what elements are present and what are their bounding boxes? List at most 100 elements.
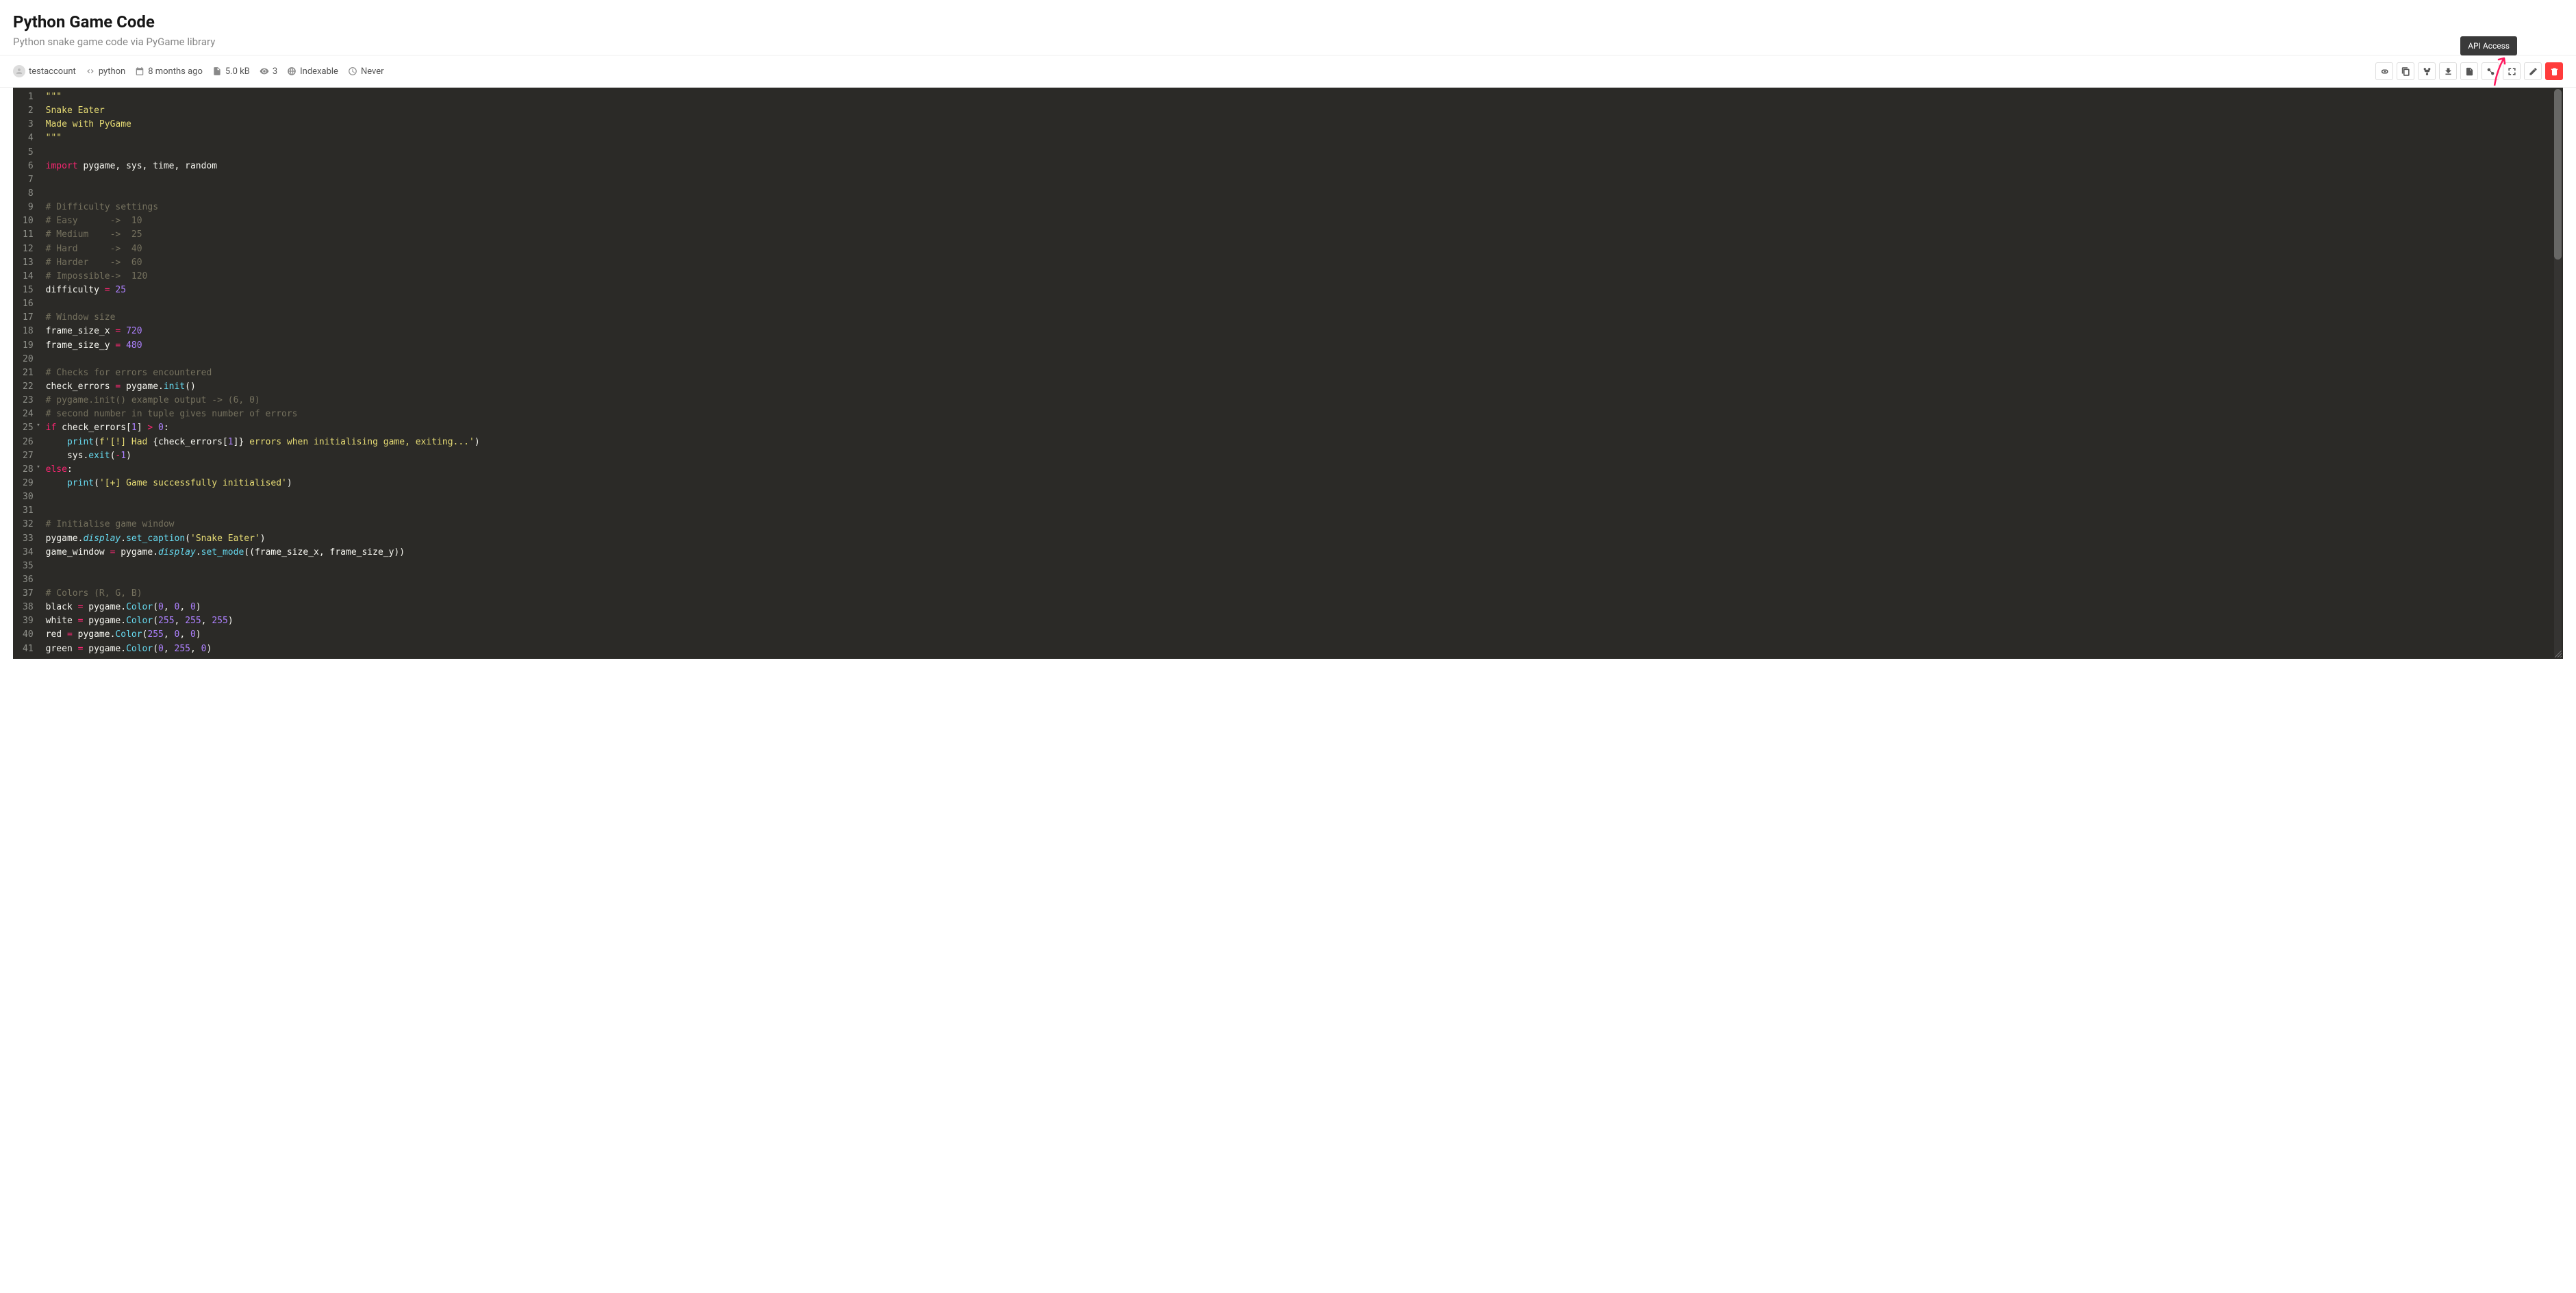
fullscreen-button[interactable] <box>2503 62 2521 80</box>
code-line <box>46 560 2556 573</box>
code-line <box>46 504 2556 518</box>
code-line: # pygame.init() example output -> (6, 0) <box>46 394 2556 407</box>
meta-info: testaccount python 8 months ago 5.0 kB 3… <box>13 65 384 77</box>
raw-button[interactable] <box>2460 62 2478 80</box>
code-line: white = pygame.Color(255, 255, 255) <box>46 614 2556 628</box>
meta-user[interactable]: testaccount <box>13 65 76 77</box>
code-line: """ <box>46 90 2556 104</box>
page-subtitle: Python snake game code via PyGame librar… <box>13 36 2563 48</box>
code-line: else: <box>46 463 2556 477</box>
code-line <box>46 146 2556 160</box>
download-button[interactable] <box>2439 62 2457 80</box>
tooltip-api-access: API Access <box>2460 36 2517 55</box>
code-line: # second number in tuple gives number of… <box>46 407 2556 421</box>
scrollbar[interactable] <box>2554 89 2562 657</box>
toolbar <box>2375 62 2563 80</box>
line-number: 32 <box>23 518 34 531</box>
line-number: 6 <box>23 160 34 173</box>
line-number: 39 <box>23 614 34 628</box>
code-icon <box>86 66 95 76</box>
code-line: green = pygame.Color(0, 255, 0) <box>46 642 2556 656</box>
line-number: 36 <box>23 573 34 587</box>
code-line <box>46 297 2556 311</box>
line-number: 35 <box>23 560 34 573</box>
resize-handle[interactable] <box>2553 649 2563 659</box>
code-line: """ <box>46 131 2556 145</box>
meta-age: 8 months ago <box>135 66 203 77</box>
line-number: 12 <box>23 242 34 256</box>
user-name: testaccount <box>29 66 76 77</box>
code-line <box>46 173 2556 187</box>
line-number: 31 <box>23 504 34 518</box>
line-number: 28 <box>23 463 34 477</box>
scrollbar-thumb[interactable] <box>2554 89 2562 260</box>
line-number: 40 <box>23 628 34 642</box>
line-number: 37 <box>23 587 34 601</box>
code-line: print(f'[!] Had {check_errors[1]} errors… <box>46 436 2556 449</box>
code-line: # Easy -> 10 <box>46 214 2556 228</box>
line-number: 8 <box>23 187 34 201</box>
line-number: 29 <box>23 477 34 490</box>
code-line: # Window size <box>46 311 2556 325</box>
meta-language: python <box>86 66 125 77</box>
code-line: print('[+] Game successfully initialised… <box>46 477 2556 490</box>
api-access-button[interactable] <box>2482 62 2499 80</box>
clock-icon <box>348 66 357 76</box>
line-number: 27 <box>23 449 34 463</box>
line-number: 5 <box>23 146 34 160</box>
line-number: 34 <box>23 546 34 560</box>
code-line: frame_size_y = 480 <box>46 339 2556 353</box>
line-number: 33 <box>23 532 34 546</box>
copy-link-button[interactable] <box>2375 62 2393 80</box>
line-number: 41 <box>23 642 34 656</box>
line-number: 19 <box>23 339 34 353</box>
code-line: check_errors = pygame.init() <box>46 380 2556 394</box>
line-number: 23 <box>23 394 34 407</box>
code-line <box>46 490 2556 504</box>
code-line: if check_errors[1] > 0: <box>46 421 2556 435</box>
line-number: 15 <box>23 284 34 297</box>
line-number: 4 <box>23 131 34 145</box>
line-number: 22 <box>23 380 34 394</box>
line-gutter: 1234567891011121314151617181920212223242… <box>13 88 39 659</box>
line-number: 26 <box>23 436 34 449</box>
line-number: 24 <box>23 407 34 421</box>
line-number: 38 <box>23 601 34 614</box>
globe-icon <box>287 66 296 76</box>
meta-index: Indexable <box>287 66 338 77</box>
code-line: # Impossible-> 120 <box>46 270 2556 284</box>
delete-button[interactable] <box>2545 62 2563 80</box>
line-number: 13 <box>23 256 34 270</box>
code-line: # Harder -> 60 <box>46 256 2556 270</box>
meta-expiry: Never <box>348 66 384 77</box>
code-content[interactable]: """Snake EaterMade with PyGame""" import… <box>39 88 2563 659</box>
line-number: 10 <box>23 214 34 228</box>
file-icon <box>212 66 222 76</box>
line-number: 1 <box>23 90 34 104</box>
calendar-icon <box>135 66 144 76</box>
fork-button[interactable] <box>2418 62 2436 80</box>
code-line: Snake Eater <box>46 104 2556 118</box>
line-number: 7 <box>23 173 34 187</box>
line-number: 3 <box>23 118 34 131</box>
code-line: # Initialise game window <box>46 518 2556 531</box>
line-number: 20 <box>23 353 34 366</box>
line-number: 21 <box>23 366 34 380</box>
code-line: import pygame, sys, time, random <box>46 160 2556 173</box>
line-number: 30 <box>23 490 34 504</box>
code-line: frame_size_x = 720 <box>46 325 2556 338</box>
code-line: game_window = pygame.display.set_mode((f… <box>46 546 2556 560</box>
code-line: # Checks for errors encountered <box>46 366 2556 380</box>
line-number: 16 <box>23 297 34 311</box>
line-number: 9 <box>23 201 34 214</box>
line-number: 14 <box>23 270 34 284</box>
code-line: Made with PyGame <box>46 118 2556 131</box>
code-line: pygame.display.set_caption('Snake Eater'… <box>46 532 2556 546</box>
line-number: 11 <box>23 228 34 242</box>
copy-button[interactable] <box>2397 62 2414 80</box>
code-editor[interactable]: 1234567891011121314151617181920212223242… <box>13 88 2563 659</box>
edit-button[interactable] <box>2524 62 2542 80</box>
code-line: # Medium -> 25 <box>46 228 2556 242</box>
code-line <box>46 187 2556 201</box>
line-number: 18 <box>23 325 34 338</box>
